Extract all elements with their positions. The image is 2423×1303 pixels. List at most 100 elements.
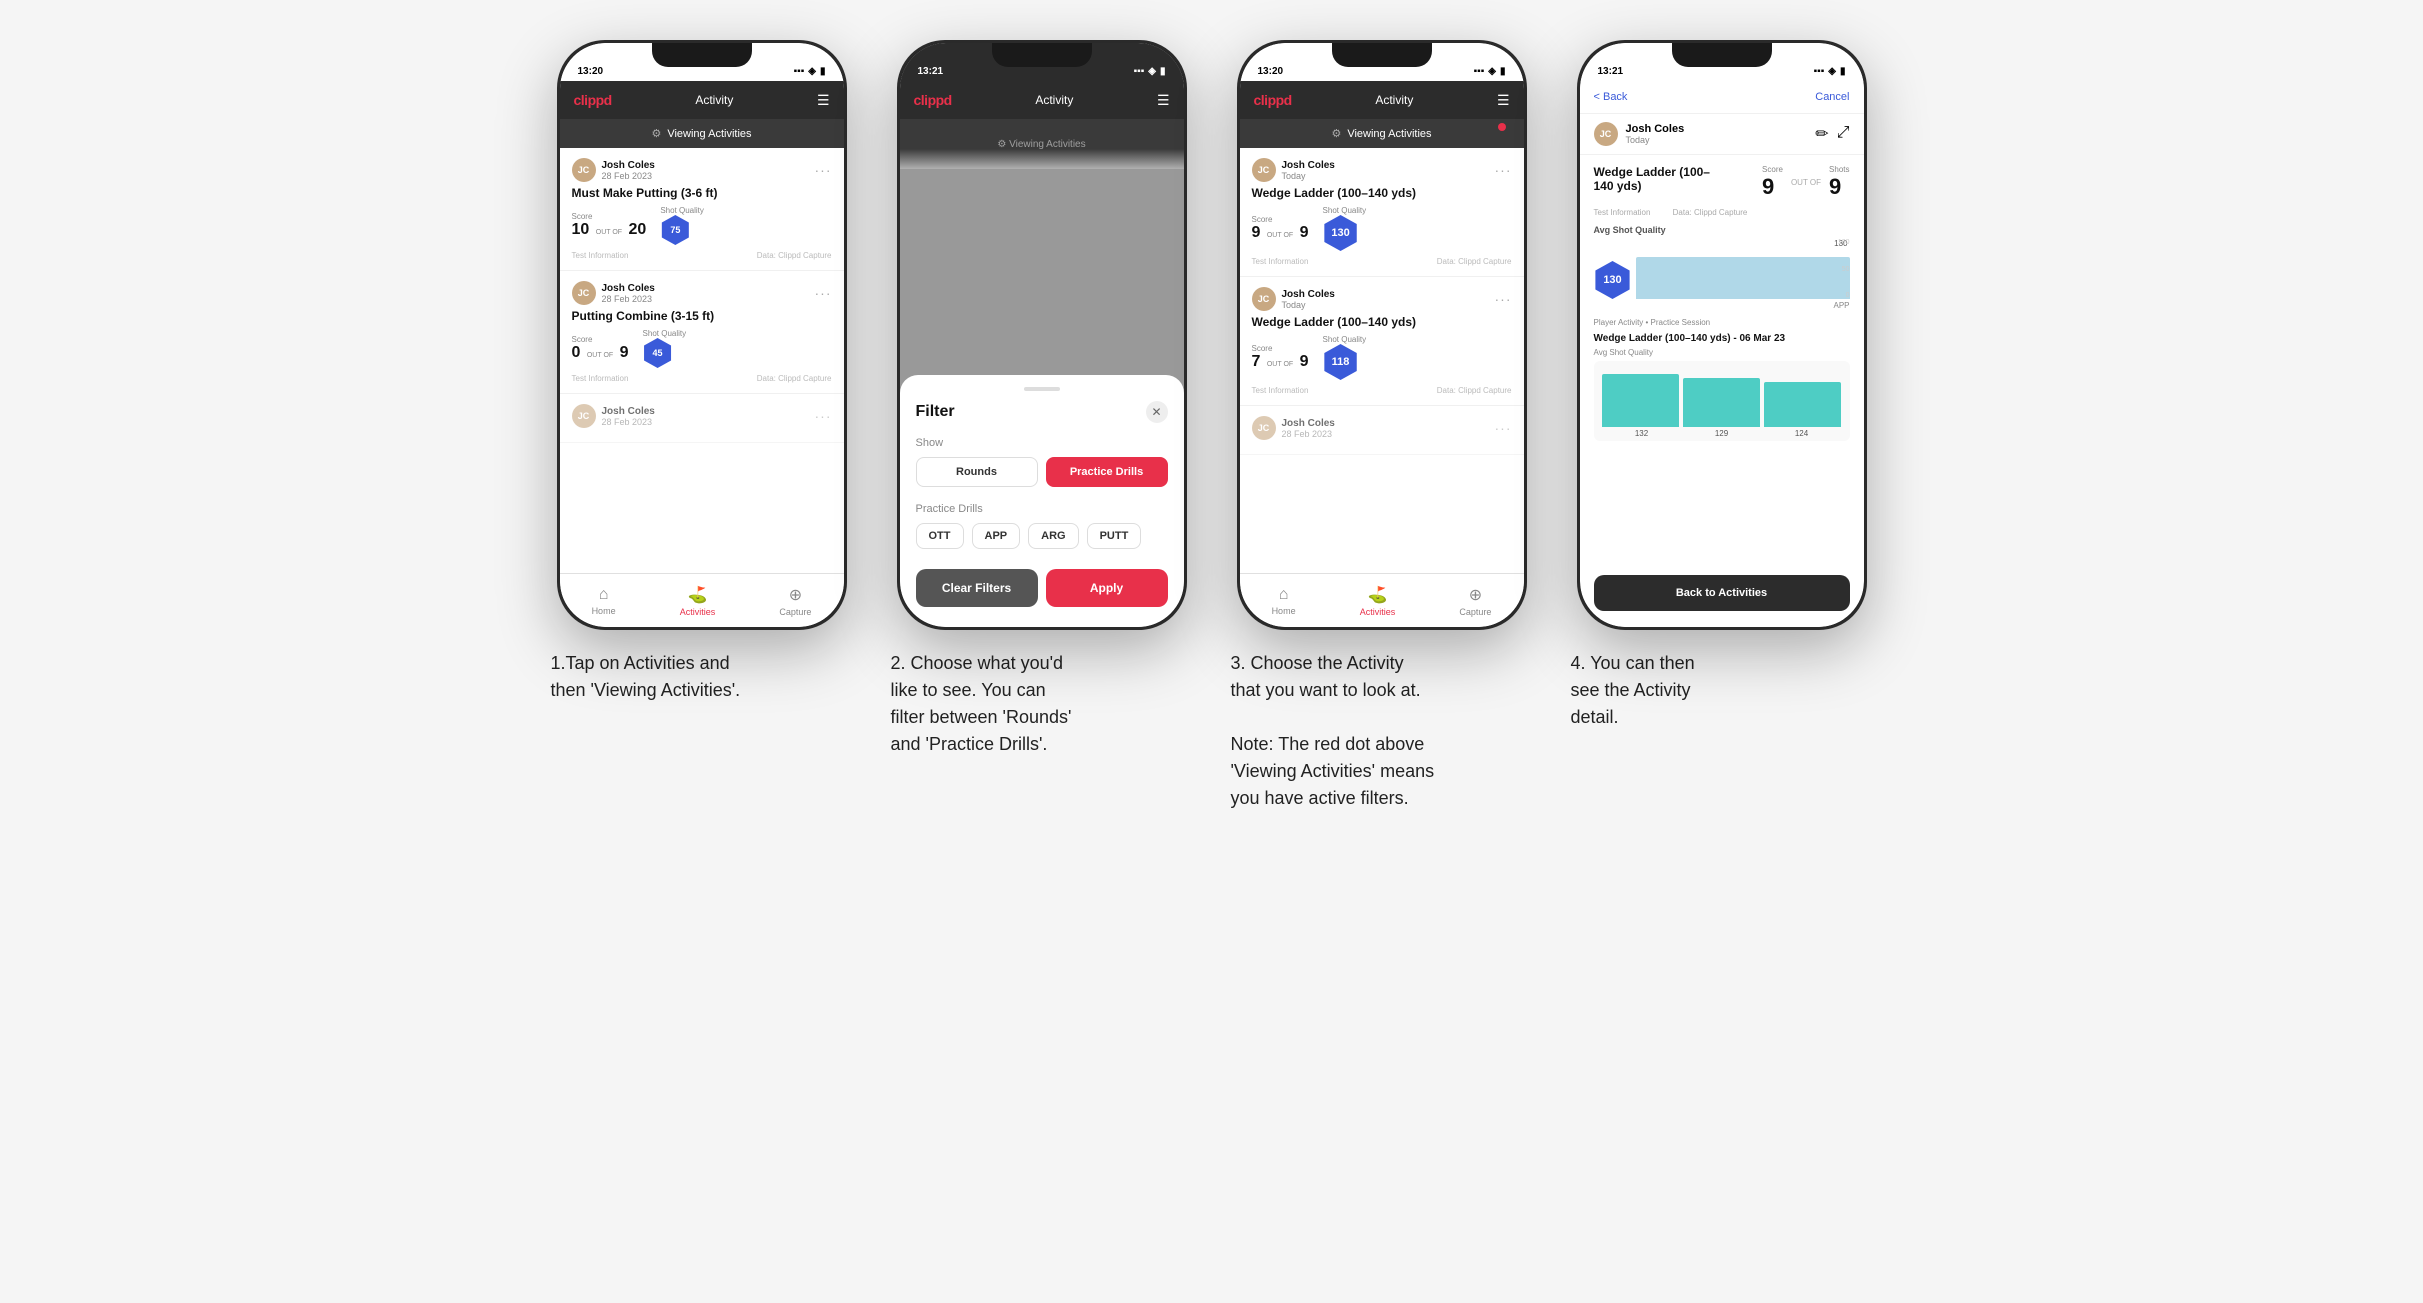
viewing-bar-3[interactable]: ⚙ Viewing Activities <box>1240 119 1524 148</box>
home-icon-3: ⌂ <box>1279 586 1289 604</box>
phone-3-content: JC Josh Coles Today ··· Wedge Ladder (10… <box>1240 148 1524 573</box>
avatar-4: JC <box>1594 122 1618 146</box>
apply-btn[interactable]: Apply <box>1046 569 1168 607</box>
score-stat-1a: Score 10 OUT OF 20 <box>572 212 647 239</box>
settings-icon-1: ⚙ <box>651 127 661 140</box>
viewing-bar-1[interactable]: ⚙ Viewing Activities <box>560 119 844 148</box>
capture-label-1: Capture <box>779 607 811 617</box>
session-sq-label: Avg Shot Quality <box>1594 348 1850 357</box>
user-date-1b: 28 Feb 2023 <box>602 294 655 304</box>
bottom-nav-3: ⌂ Home ⛳ Activities ⊕ Capture <box>1240 573 1524 627</box>
capture-icon-1: ⊕ <box>789 585 802 605</box>
more-dots-1b[interactable]: ··· <box>815 285 832 301</box>
filter-drills-btn[interactable]: Practice Drills <box>1046 457 1168 487</box>
more-dots-1a[interactable]: ··· <box>815 162 832 178</box>
y-0: 0 <box>1636 292 1850 299</box>
tag-app[interactable]: APP <box>972 523 1021 549</box>
nav-activities-1[interactable]: ⛳ Activities <box>680 585 716 617</box>
y-50: 50 <box>1636 266 1850 273</box>
sq-hex-1a: 75 <box>660 215 690 245</box>
modal-header: Filter ✕ <box>916 401 1168 423</box>
user-date-1c: 28 Feb 2023 <box>602 417 655 427</box>
nav-capture-3[interactable]: ⊕ Capture <box>1459 585 1491 617</box>
nav-title-1: Activity <box>695 93 733 107</box>
notch-1 <box>652 43 752 67</box>
bottom-nav-1: ⌂ Home ⛳ Activities ⊕ Capture <box>560 573 844 627</box>
activity-card-1b[interactable]: JC Josh Coles 28 Feb 2023 ··· Putting Co… <box>560 271 844 394</box>
tag-putt[interactable]: PUTT <box>1087 523 1142 549</box>
filter-toggle-row: Rounds Practice Drills <box>916 457 1168 487</box>
menu-icon-1[interactable]: ☰ <box>817 92 830 109</box>
out-of-label: OUT OF <box>1791 178 1821 187</box>
score-col-label: Score <box>1762 165 1783 174</box>
app-nav-3: clippd Activity ☰ <box>1240 81 1524 119</box>
bar-labels: 132 129 124 <box>1602 429 1842 438</box>
session-title: Wedge Ladder (100–140 yds) - 06 Mar 23 <box>1594 333 1850 344</box>
more-dots-3c[interactable]: ··· <box>1495 420 1512 436</box>
activity-card-3c[interactable]: JC Josh Coles 28 Feb 2023 ··· <box>1240 406 1524 455</box>
tag-ott[interactable]: OTT <box>916 523 964 549</box>
status-icons-4: ▪▪▪ ◈ ▮ <box>1814 66 1846 77</box>
card-info-3a: Test Information <box>1252 257 1309 266</box>
bar-label-0: 132 <box>1635 429 1648 438</box>
detail-chart2: 132 129 124 <box>1594 361 1850 441</box>
nav-activities-3[interactable]: ⛳ Activities <box>1360 585 1396 617</box>
caption-4: 4. You can thensee the Activitydetail. <box>1567 650 1877 731</box>
phone2-top-blur: ⚙ Viewing Activities <box>900 119 1184 169</box>
user-info-1a: JC Josh Coles 28 Feb 2023 <box>572 158 655 182</box>
cancel-btn[interactable]: Cancel <box>1815 91 1849 103</box>
detail-header: < Back Cancel <box>1580 81 1864 114</box>
sq-chart-area: 130 130 100 50 0 <box>1594 239 1850 299</box>
more-dots-1c[interactable]: ··· <box>815 408 832 424</box>
more-dots-3b[interactable]: ··· <box>1495 291 1512 307</box>
notch-2 <box>992 43 1092 67</box>
menu-icon-2[interactable]: ☰ <box>1157 92 1170 109</box>
home-icon-1: ⌂ <box>599 586 609 604</box>
signal-icon: ▪▪▪ <box>794 66 805 77</box>
modal-close-btn[interactable]: ✕ <box>1146 401 1168 423</box>
tag-arg[interactable]: ARG <box>1028 523 1078 549</box>
status-icons-1: ▪▪▪ ◈ ▮ <box>794 66 826 77</box>
status-icons-2: ▪▪▪ ◈ ▮ <box>1134 66 1166 77</box>
nav-home-1[interactable]: ⌂ Home <box>592 586 616 616</box>
sq-stat-3a: Shot Quality 130 <box>1323 206 1367 251</box>
wifi-icon-3: ◈ <box>1488 66 1496 77</box>
activity-card-1a[interactable]: JC Josh Coles 28 Feb 2023 ··· Must Make … <box>560 148 844 271</box>
nav-capture-1[interactable]: ⊕ Capture <box>779 585 811 617</box>
bar-2 <box>1764 382 1841 427</box>
caption-3: 3. Choose the Activitythat you want to l… <box>1227 650 1537 812</box>
notch-4 <box>1672 43 1772 67</box>
bar-label-2: 124 <box>1795 429 1808 438</box>
sq-hex-3a: 130 <box>1323 215 1359 251</box>
sq-stat-1b: Shot Quality 45 <box>643 329 687 368</box>
show-label: Show <box>916 437 1168 449</box>
red-dot-3 <box>1498 123 1506 131</box>
avatar-1a: JC <box>572 158 596 182</box>
detail-chart2-bars <box>1602 367 1842 427</box>
menu-icon-3[interactable]: ☰ <box>1497 92 1510 109</box>
viewing-bar-label-1: Viewing Activities <box>667 128 751 140</box>
activities-label-1: Activities <box>680 607 716 617</box>
score-stat-3a: Score 9 OUT OF 9 <box>1252 215 1309 242</box>
expand-icon[interactable]: ⤢ <box>1837 124 1850 144</box>
activity-card-3a[interactable]: JC Josh Coles Today ··· Wedge Ladder (10… <box>1240 148 1524 277</box>
step-1: 13:20 ▪▪▪ ◈ ▮ clippd Activity ☰ ⚙ View <box>547 40 857 704</box>
back-to-activities-btn[interactable]: Back to Activities <box>1594 575 1850 611</box>
logo-1: clippd <box>574 92 612 108</box>
activity-card-1c[interactable]: JC Josh Coles 28 Feb 2023 ··· <box>560 394 844 443</box>
activity-card-3b[interactable]: JC Josh Coles Today ··· Wedge Ladder (10… <box>1240 277 1524 406</box>
edit-icon[interactable]: ✏ <box>1815 124 1828 144</box>
back-btn[interactable]: < Back <box>1594 91 1628 103</box>
modal-title: Filter <box>916 403 955 421</box>
notch-3 <box>1332 43 1432 67</box>
more-dots-3a[interactable]: ··· <box>1495 162 1512 178</box>
phone-1-content: JC Josh Coles 28 Feb 2023 ··· Must Make … <box>560 148 844 573</box>
filter-rounds-btn[interactable]: Rounds <box>916 457 1038 487</box>
sub-info2: Data: Clippd Capture <box>1673 208 1748 217</box>
phone-2: 13:21 ▪▪▪ ◈ ▮ clippd Activity ☰ ⚙ Viewin… <box>897 40 1187 630</box>
step-2: 13:21 ▪▪▪ ◈ ▮ clippd Activity ☰ ⚙ Viewin… <box>887 40 1197 758</box>
step-3: 13:20 ▪▪▪ ◈ ▮ clippd Activity ☰ ⚙ View <box>1227 40 1537 812</box>
capture-icon-3: ⊕ <box>1469 585 1482 605</box>
clear-filters-btn[interactable]: Clear Filters <box>916 569 1038 607</box>
nav-home-3[interactable]: ⌂ Home <box>1272 586 1296 616</box>
